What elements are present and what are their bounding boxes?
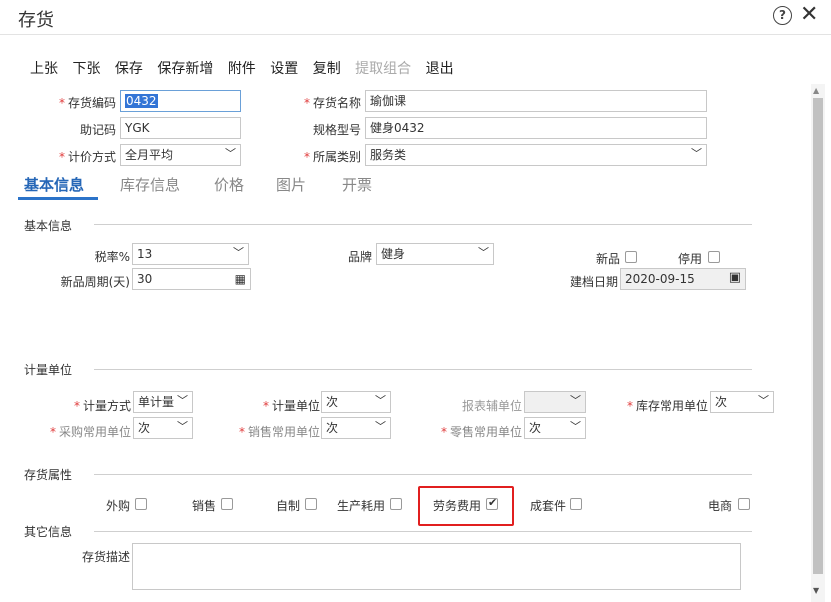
mnemonic-label: 助记码 (79, 123, 116, 137)
chevron-down-icon: ﹀ (375, 394, 386, 407)
disabled-checkbox[interactable] (708, 251, 720, 263)
close-icon[interactable]: ✕ (800, 2, 818, 27)
divider (94, 369, 752, 370)
divider (94, 224, 752, 225)
retail-unit-select[interactable]: 次 ﹀ (524, 417, 586, 439)
kit-checkbox[interactable] (570, 498, 582, 510)
create-date-input[interactable]: 2020-09-15 ▣ (620, 268, 746, 290)
method-label: * 计量方式 (73, 399, 131, 413)
window-title: 存货 (18, 10, 54, 31)
production-use-checkbox[interactable] (390, 498, 402, 510)
labor-cost-label: 劳务费用 (432, 499, 481, 513)
new-checkbox[interactable] (625, 251, 637, 263)
ecommerce-checkbox[interactable] (738, 498, 750, 510)
save-new-button[interactable]: 保存新增 (157, 61, 213, 77)
outsource-label: 外购 (105, 499, 130, 513)
chevron-down-icon: ﹀ (691, 147, 702, 160)
chevron-down-icon: ﹀ (478, 246, 489, 259)
purchase-unit-select[interactable]: 次 ﹀ (133, 417, 193, 439)
unit-label: * 计量单位 (262, 399, 320, 413)
sales-unit-label: * 销售常用单位 (238, 425, 320, 439)
title-bar (0, 0, 831, 35)
code-input[interactable]: 0432 (120, 90, 241, 112)
spec-input[interactable]: 健身0432 (365, 117, 707, 139)
chevron-down-icon: ﹀ (177, 420, 188, 433)
ecommerce-label: 电商 (707, 499, 732, 513)
chevron-down-icon: ﹀ (225, 147, 236, 160)
create-date-label: 建档日期 (569, 275, 618, 289)
calendar-icon[interactable]: ▣ (729, 270, 741, 286)
name-label: * 存货名称 (303, 96, 361, 110)
desc-textarea[interactable] (132, 543, 741, 590)
tab-stock-info[interactable]: 库存信息 (120, 174, 180, 195)
copy-button[interactable]: 复制 (313, 61, 341, 77)
divider (94, 474, 752, 475)
retail-unit-label: * 零售常用单位 (440, 425, 522, 439)
category-select[interactable]: 服务类 ﹀ (365, 144, 707, 166)
purchase-unit-label: * 采购常用单位 (49, 425, 131, 439)
tab-invoice[interactable]: 开票 (342, 174, 372, 195)
code-label: * 存货编码 (58, 96, 116, 110)
sales-unit-select[interactable]: 次 ﹀ (321, 417, 391, 439)
scroll-up-icon[interactable]: ▲ (813, 86, 819, 95)
chevron-down-icon: ﹀ (177, 394, 188, 407)
mnemonic-input[interactable]: YGK (120, 117, 241, 139)
scroll-down-icon[interactable]: ▼ (813, 586, 819, 595)
category-label: * 所属类别 (303, 150, 361, 164)
chevron-down-icon: ﹀ (233, 246, 244, 259)
name-input[interactable]: 瑜伽课 (365, 90, 707, 112)
tax-select[interactable]: 13 ﹀ (132, 243, 249, 265)
extract-combo-button: 提取组合 (355, 61, 412, 77)
sales-checkbox[interactable] (221, 498, 233, 510)
pricing-select[interactable]: 全月平均 ﹀ (120, 144, 241, 166)
report-unit-label: 报表辅单位 (461, 399, 522, 413)
exit-button[interactable]: 退出 (426, 61, 454, 77)
tab-image[interactable]: 图片 (276, 174, 306, 195)
stock-unit-label: * 库存常用单位 (626, 399, 708, 413)
calculator-icon[interactable]: ▦ (235, 271, 246, 287)
unit-select[interactable]: 次 ﹀ (321, 391, 391, 413)
stock-unit-select[interactable]: 次 ﹀ (710, 391, 774, 413)
new-period-label: 新品周期(天) (60, 275, 130, 289)
save-button[interactable]: 保存 (115, 61, 143, 77)
chevron-down-icon: ﹀ (758, 394, 769, 407)
method-select[interactable]: 单计量 ﹀ (133, 391, 193, 413)
self-made-checkbox[interactable] (305, 498, 317, 510)
prev-button[interactable]: 上张 (30, 61, 58, 77)
section-attributes: 存货属性 (24, 468, 73, 482)
sales-label: 销售 (191, 499, 216, 513)
section-other: 其它信息 (24, 525, 73, 539)
tab-basic-info[interactable]: 基本信息 (24, 174, 84, 195)
section-basic-info: 基本信息 (24, 219, 73, 233)
production-use-label: 生产耗用 (336, 499, 385, 513)
report-unit-select: ﹀ (524, 391, 586, 413)
new-label: 新品 (595, 252, 620, 266)
outsource-checkbox[interactable] (135, 498, 147, 510)
chevron-down-icon: ﹀ (375, 420, 386, 433)
tax-label: 税率% (94, 250, 130, 264)
disabled-label: 停用 (677, 252, 702, 266)
toolbar: 上张 下张 保存 保存新增 附件 设置 复制 提取组合 退出 (30, 58, 464, 78)
help-icon[interactable]: ? (773, 6, 792, 25)
tab-price[interactable]: 价格 (214, 174, 244, 195)
chevron-down-icon: ﹀ (570, 394, 581, 407)
brand-select[interactable]: 健身 ﹀ (376, 243, 494, 265)
section-units: 计量单位 (24, 363, 73, 377)
divider (94, 531, 752, 532)
kit-label: 成套件 (529, 499, 566, 513)
scrollbar-thumb[interactable] (813, 98, 823, 574)
next-button[interactable]: 下张 (72, 61, 100, 77)
pricing-label: * 计价方式 (58, 150, 116, 164)
labor-cost-checkbox[interactable] (486, 496, 498, 510)
desc-label: 存货描述 (81, 550, 130, 564)
attachment-button[interactable]: 附件 (228, 61, 256, 77)
active-tab-indicator (18, 197, 98, 200)
self-made-label: 自制 (275, 499, 300, 513)
brand-label: 品牌 (347, 250, 372, 264)
new-period-input[interactable]: 30 ▦ (132, 268, 251, 290)
spec-label: 规格型号 (312, 123, 361, 137)
settings-button[interactable]: 设置 (270, 61, 298, 77)
chevron-down-icon: ﹀ (570, 420, 581, 433)
